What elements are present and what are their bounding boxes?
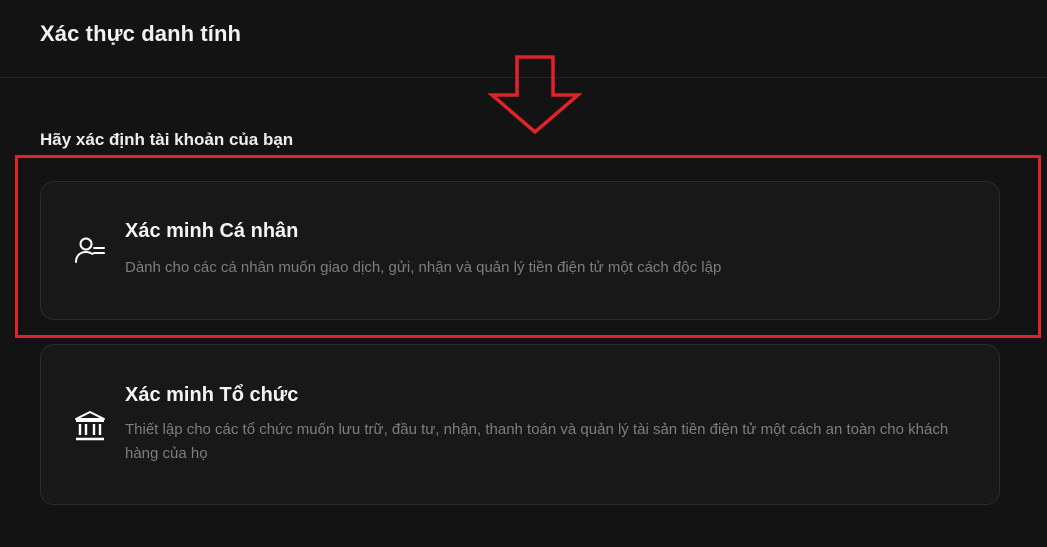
bank-building-icon [75,411,105,441]
user-list-icon [75,237,105,263]
section-label: Hãy xác định tài khoản của bạn [40,130,294,149]
organization-verification-description: Thiết lập cho các tổ chức muốn lưu trữ, … [125,421,949,462]
down-arrow-outline-icon [488,55,582,135]
personal-verification-card[interactable]: Xác minh Cá nhân Dành cho các cá nhân mu… [40,181,1000,320]
organization-verification-card[interactable]: Xác minh Tổ chức Thiết lập cho các tổ ch… [40,344,1000,505]
personal-verification-title: Xác minh Cá nhân [125,220,299,242]
identity-verification-page: Xác thực danh tính Hãy xác định tài khoả… [0,0,1047,547]
organization-verification-title: Xác minh Tổ chức [125,384,299,406]
page-title: Xác thực danh tính [40,21,242,46]
personal-verification-description: Dành cho các cá nhân muốn giao dịch, gửi… [125,259,722,276]
